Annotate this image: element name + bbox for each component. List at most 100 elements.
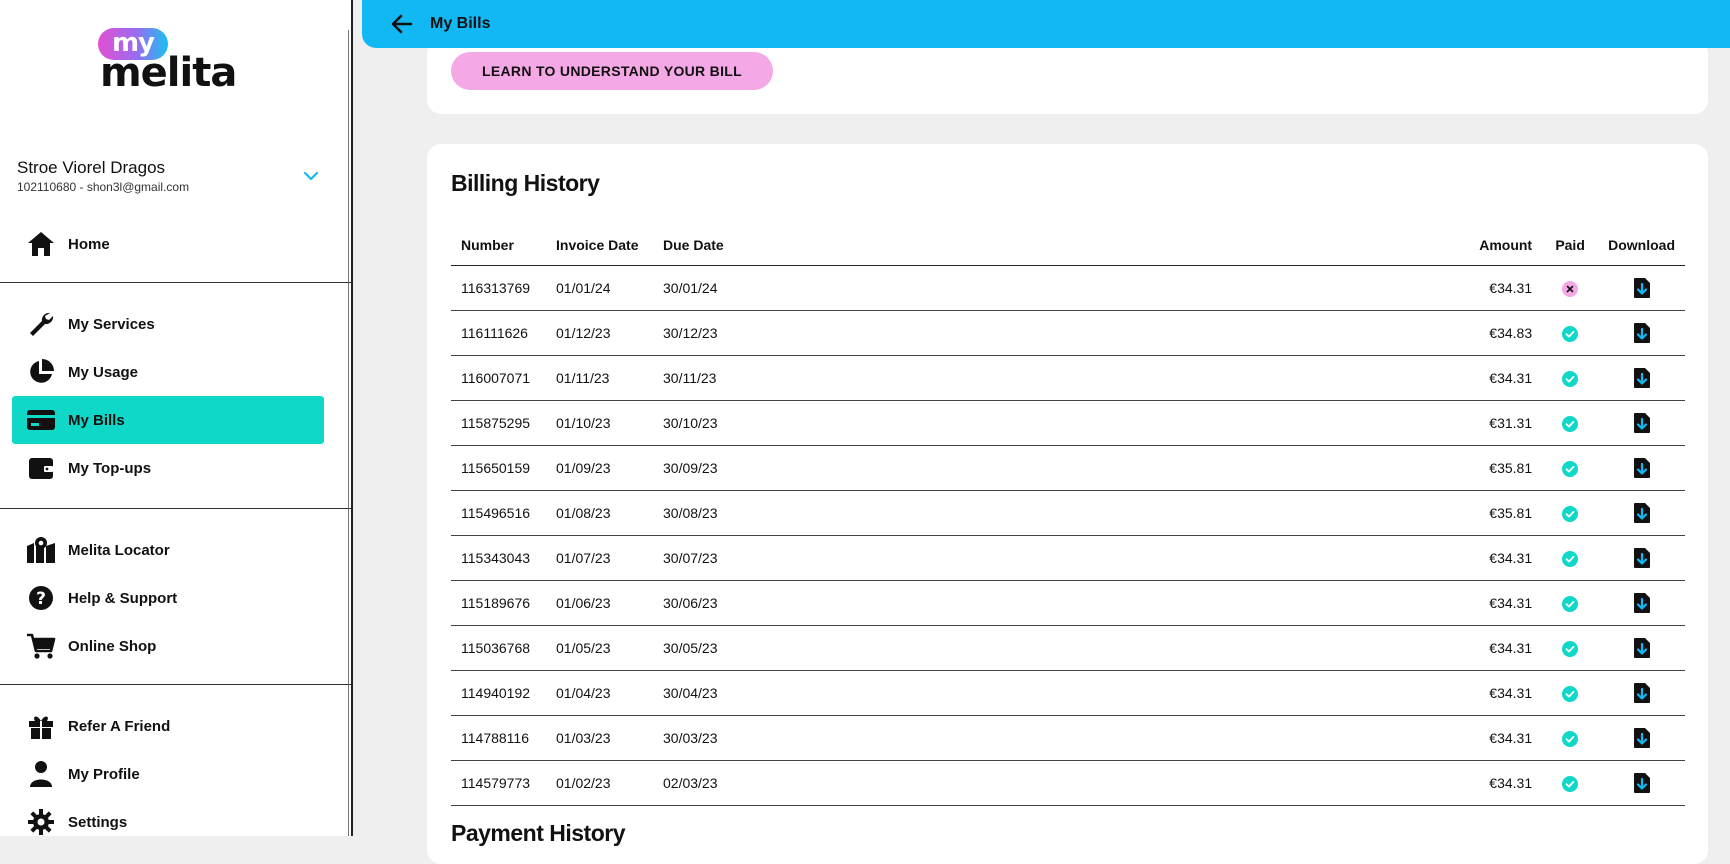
sidebar-item-online-shop[interactable]: Online Shop bbox=[12, 622, 324, 670]
download-icon[interactable] bbox=[1633, 502, 1651, 524]
gear-icon bbox=[26, 807, 56, 836]
sidebar-item-help-support[interactable]: ? Help & Support bbox=[12, 574, 324, 622]
sidebar-scroll-track bbox=[348, 30, 349, 836]
paid-status bbox=[1542, 670, 1599, 716]
row-spacer bbox=[773, 400, 1423, 446]
app-header: My Bills bbox=[362, 0, 1730, 48]
due-date: 30/01/24 bbox=[653, 265, 773, 311]
row-spacer bbox=[773, 445, 1423, 491]
paid-status bbox=[1542, 310, 1599, 356]
download-icon[interactable] bbox=[1633, 412, 1651, 434]
wrench-icon bbox=[26, 309, 56, 339]
col-spacer bbox=[773, 224, 1423, 266]
cart-icon bbox=[26, 631, 56, 661]
download-cell bbox=[1598, 310, 1685, 356]
page-title: My Bills bbox=[430, 15, 491, 32]
download-cell bbox=[1598, 445, 1685, 491]
account-switcher[interactable]: Stroe Viorel Dragos 102110680 - shon3l@g… bbox=[17, 158, 327, 194]
sidebar-item-refer-a-friend[interactable]: Refer A Friend bbox=[12, 702, 324, 750]
gift-icon bbox=[26, 711, 56, 741]
invoice-number: 116007071 bbox=[451, 355, 546, 401]
sidebar-item-my-services[interactable]: My Services bbox=[12, 300, 324, 348]
billing-history-card: Billing History Number Invoice Date Due … bbox=[427, 144, 1708, 864]
unpaid-x-icon bbox=[1562, 280, 1579, 297]
sidebar-item-label: Online Shop bbox=[68, 637, 157, 655]
download-icon[interactable] bbox=[1633, 682, 1651, 704]
table-row: 115189676 01/06/23 30/06/23 €34.31 bbox=[451, 580, 1685, 626]
sidebar-item-my-profile[interactable]: My Profile bbox=[12, 750, 324, 798]
sidebar-item-label: Help & Support bbox=[68, 589, 178, 607]
invoice-date: 01/12/23 bbox=[546, 310, 653, 356]
melita-logo[interactable]: my melita bbox=[96, 28, 246, 96]
svg-text:?: ? bbox=[36, 589, 46, 609]
question-icon: ? bbox=[26, 583, 56, 613]
paid-status bbox=[1542, 625, 1599, 671]
invoice-date: 01/08/23 bbox=[546, 490, 653, 536]
sidebar-item-my-usage[interactable]: My Usage bbox=[12, 348, 324, 396]
download-icon[interactable] bbox=[1633, 727, 1651, 749]
sidebar-item-label: My Services bbox=[68, 315, 155, 333]
sidebar-item-settings[interactable]: Settings bbox=[12, 798, 324, 836]
table-row: 114940192 01/04/23 30/04/23 €34.31 bbox=[451, 670, 1685, 716]
invoice-amount: €35.81 bbox=[1422, 490, 1543, 536]
sidebar: my melita Stroe Viorel Dragos 102110680 … bbox=[0, 0, 353, 836]
invoice-amount: €34.31 bbox=[1422, 355, 1543, 401]
invoice-amount: €34.31 bbox=[1422, 535, 1543, 581]
home-icon bbox=[26, 229, 56, 259]
invoice-date: 01/11/23 bbox=[546, 355, 653, 401]
check-icon bbox=[1562, 685, 1579, 702]
row-spacer bbox=[773, 715, 1423, 761]
table-row: 116007071 01/11/23 30/11/23 €34.31 bbox=[451, 355, 1685, 401]
chevron-down-icon[interactable] bbox=[301, 166, 321, 186]
download-icon[interactable] bbox=[1633, 277, 1651, 299]
row-spacer bbox=[773, 580, 1423, 626]
due-date: 30/03/23 bbox=[653, 715, 773, 761]
billing-table: Number Invoice Date Due Date Amount Paid… bbox=[451, 224, 1685, 806]
download-icon[interactable] bbox=[1633, 592, 1651, 614]
sidebar-item-my-top-ups[interactable]: My Top-ups bbox=[12, 444, 324, 492]
row-spacer bbox=[773, 355, 1423, 401]
table-row: 115036768 01/05/23 30/05/23 €34.31 bbox=[451, 625, 1685, 671]
download-icon[interactable] bbox=[1633, 772, 1651, 794]
download-cell bbox=[1598, 265, 1685, 311]
invoice-amount: €34.83 bbox=[1422, 310, 1543, 356]
sidebar-item-label: My Profile bbox=[68, 765, 140, 783]
learn-bill-button[interactable]: LEARN TO UNDERSTAND YOUR BILL bbox=[451, 52, 773, 90]
download-cell bbox=[1598, 400, 1685, 446]
sidebar-item-label: Home bbox=[68, 235, 110, 253]
due-date: 30/07/23 bbox=[653, 535, 773, 581]
due-date: 30/11/23 bbox=[653, 355, 773, 401]
check-icon bbox=[1562, 550, 1579, 567]
invoice-number: 115875295 bbox=[451, 400, 546, 446]
download-icon[interactable] bbox=[1633, 637, 1651, 659]
sidebar-item-label: Melita Locator bbox=[68, 541, 170, 559]
paid-status bbox=[1542, 355, 1599, 401]
col-amount: Amount bbox=[1422, 224, 1543, 266]
invoice-amount: €34.31 bbox=[1422, 670, 1543, 716]
table-header-row: Number Invoice Date Due Date Amount Paid… bbox=[451, 224, 1685, 266]
invoice-date: 01/07/23 bbox=[546, 535, 653, 581]
sidebar-item-label: My Bills bbox=[68, 411, 125, 429]
row-spacer bbox=[773, 535, 1423, 581]
col-due-date: Due Date bbox=[653, 224, 773, 266]
download-icon[interactable] bbox=[1633, 547, 1651, 569]
download-icon[interactable] bbox=[1633, 457, 1651, 479]
check-icon bbox=[1562, 640, 1579, 657]
sidebar-item-my-bills[interactable]: My Bills bbox=[12, 396, 324, 444]
download-icon[interactable] bbox=[1633, 367, 1651, 389]
download-cell bbox=[1598, 490, 1685, 536]
paid-status bbox=[1542, 760, 1599, 806]
back-arrow-icon[interactable] bbox=[390, 12, 414, 36]
wallet-icon bbox=[26, 453, 56, 483]
download-icon[interactable] bbox=[1633, 322, 1651, 344]
paid-status bbox=[1542, 445, 1599, 491]
sidebar-item-home[interactable]: Home bbox=[12, 220, 324, 268]
table-row: 115650159 01/09/23 30/09/23 €35.81 bbox=[451, 445, 1685, 491]
download-cell bbox=[1598, 760, 1685, 806]
paid-status bbox=[1542, 490, 1599, 536]
sidebar-divider bbox=[0, 282, 351, 283]
check-icon bbox=[1562, 370, 1579, 387]
map-pin-icon bbox=[26, 535, 56, 565]
sidebar-item-melita-locator[interactable]: Melita Locator bbox=[12, 526, 324, 574]
download-cell bbox=[1598, 535, 1685, 581]
